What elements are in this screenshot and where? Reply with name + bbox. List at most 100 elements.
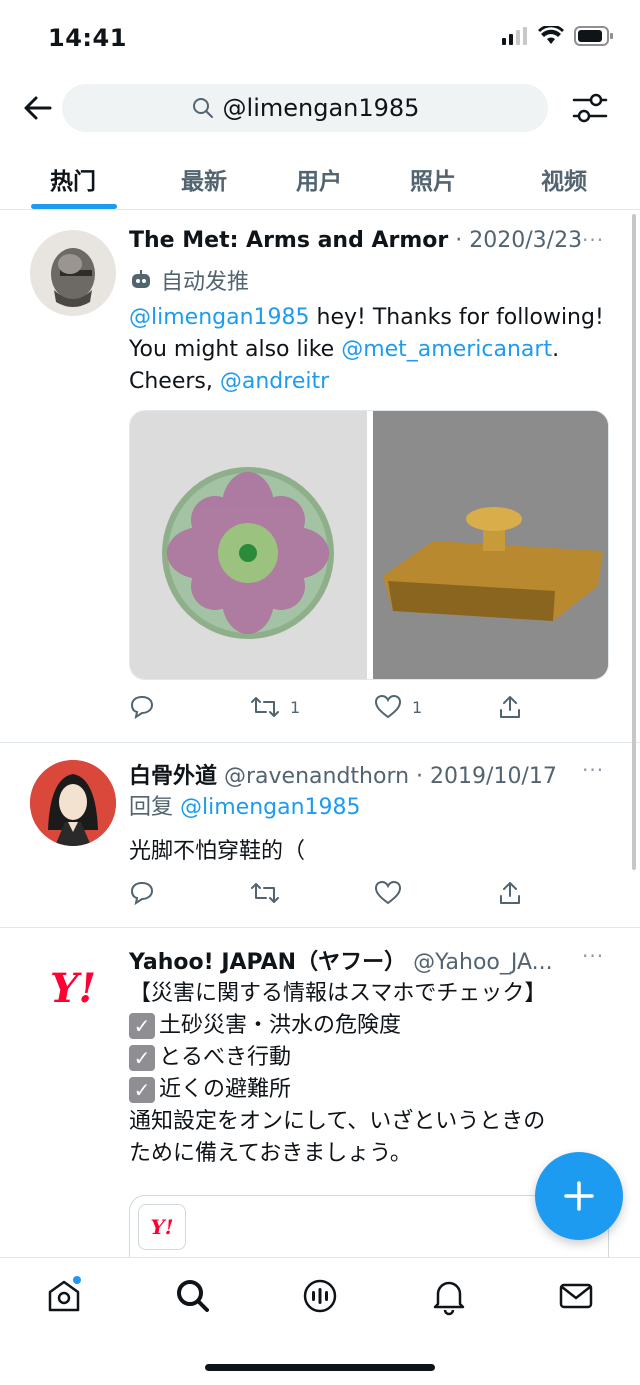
illustrated-portrait-avatar-icon: [30, 760, 116, 846]
nav-explore[interactable]: [173, 1276, 213, 1316]
tweet-header: 白骨外道 @ravenandthorn · 2019/10/17: [129, 758, 557, 790]
nav-spaces[interactable]: [300, 1276, 340, 1316]
retweet-button[interactable]: [250, 880, 280, 906]
display-name[interactable]: 白骨外道: [129, 764, 217, 789]
nav-home[interactable]: [44, 1276, 84, 1316]
yahoo-logo-avatar[interactable]: Y!: [30, 945, 116, 1031]
checkmark-icon: ✓: [129, 1045, 155, 1071]
wifi-icon: [538, 26, 564, 44]
retweet-button[interactable]: 1: [250, 694, 300, 720]
home-indicator: [205, 1364, 435, 1371]
tweet-divider: [0, 927, 640, 928]
tweet-line: 通知設定をオンにして、いざというときの: [129, 1109, 546, 1134]
mention-link[interactable]: @limengan1985: [180, 795, 361, 820]
gold-blotter-image: [373, 411, 608, 679]
glass-dish-image: [162, 467, 334, 639]
tweet-handle: @Yahoo_JA...: [413, 950, 553, 975]
tweet-date: · 2020/3/23: [455, 228, 583, 253]
share-icon: [500, 882, 520, 904]
reply-button[interactable]: [129, 880, 155, 906]
tweet-text-part: Cheers,: [129, 369, 220, 394]
search-input[interactable]: @limengan1985: [62, 84, 548, 132]
like-icon: [374, 694, 402, 719]
tweet-line: ために備えておきましょう。: [129, 1141, 412, 1166]
tab-people[interactable]: 用户: [296, 162, 342, 196]
armor-helmet-avatar-icon: [51, 248, 95, 307]
media-image-gold-blotter[interactable]: [373, 411, 608, 679]
like-icon: [374, 880, 402, 905]
avatar[interactable]: [30, 760, 116, 846]
tweet-text-part: hey! Thanks for following!: [309, 305, 604, 330]
tweet-header: Yahoo! JAPAN（ヤフー） @Yahoo_JA...: [129, 944, 553, 976]
compose-button[interactable]: [535, 1152, 623, 1240]
notifications-icon: [433, 1281, 465, 1316]
like-button[interactable]: 1: [374, 694, 422, 720]
nav-notifications[interactable]: [429, 1276, 469, 1316]
checkmark-icon: ✓: [129, 1077, 155, 1103]
tab-videos[interactable]: 视频: [541, 162, 587, 196]
tweet-media: [129, 410, 609, 680]
display-name[interactable]: The Met: Arms and Armor: [129, 228, 448, 253]
robot-icon: [132, 270, 150, 288]
share-button[interactable]: [497, 880, 523, 906]
share-icon: [500, 696, 520, 718]
filter-button[interactable]: [568, 88, 612, 128]
search-icon: [192, 98, 213, 118]
search-query: @limengan1985: [222, 94, 420, 122]
checklist-text: 近くの避難所: [159, 1077, 292, 1102]
like-count: 1: [412, 697, 423, 717]
checklist-item: ✓ とるべき行動: [129, 1042, 619, 1074]
home-icon: [48, 1276, 81, 1312]
more-icon[interactable]: ···: [582, 758, 604, 782]
reply-button[interactable]: [129, 694, 155, 720]
battery-icon: [574, 26, 613, 46]
mention-link[interactable]: @met_americanart: [341, 337, 552, 362]
display-name[interactable]: Yahoo! JAPAN（ヤフー）: [129, 950, 406, 975]
checkmark-icon: ✓: [129, 1013, 155, 1039]
explore-icon: [177, 1280, 209, 1312]
back-button[interactable]: [18, 88, 58, 128]
status-time: 14:41: [48, 24, 127, 52]
status-icons: [502, 26, 614, 46]
spaces-icon: [303, 1279, 337, 1313]
tab-top[interactable]: 热门: [50, 162, 96, 196]
messages-icon: [559, 1283, 593, 1309]
retweet-icon: [251, 697, 279, 717]
reply-context: 回复 @limengan1985: [129, 792, 361, 824]
compose-icon: [564, 1181, 594, 1211]
search-tabs: 热门 最新 用户 照片 视频: [0, 150, 640, 210]
tweet-text: @limengan1985 hey! Thanks for following!…: [129, 302, 619, 398]
checklist-item: ✓ 近くの避難所: [129, 1074, 619, 1106]
mention-link[interactable]: @limengan1985: [129, 305, 310, 330]
avatar[interactable]: [30, 230, 116, 316]
back-arrow-icon: [24, 96, 52, 120]
mention-link[interactable]: @andreitr: [220, 369, 329, 394]
automated-label: 自动发推: [129, 264, 249, 296]
signal-icon: [502, 27, 527, 45]
tweet-text: 光脚不怕穿鞋的（: [129, 839, 306, 864]
tweet-text-part: .: [552, 337, 560, 362]
more-icon[interactable]: ···: [582, 228, 604, 252]
share-button[interactable]: [497, 694, 523, 720]
retweet-count: 1: [290, 697, 301, 717]
scrollbar[interactable]: [632, 214, 636, 870]
tweet-handle-date: @ravenandthorn · 2019/10/17: [224, 764, 557, 789]
tab-latest[interactable]: 最新: [181, 162, 227, 196]
retweet-icon: [251, 883, 279, 903]
tweet-divider: [0, 742, 640, 743]
reply-icon: [130, 695, 154, 720]
tabs-divider: [0, 209, 640, 210]
tab-photos[interactable]: 照片: [410, 162, 456, 196]
checklist-text: 土砂災害・洪水の危険度: [159, 1013, 402, 1038]
tweet-line: 【災害に関する情報はスマホでチェック】: [129, 981, 547, 1006]
nav-messages[interactable]: [556, 1276, 596, 1316]
checklist-item: ✓ 土砂災害・洪水の危険度: [129, 1010, 619, 1042]
reply-icon: [130, 881, 154, 906]
tweet-header: The Met: Arms and Armor · 2020/3/23: [129, 228, 582, 253]
more-icon[interactable]: ···: [582, 944, 604, 968]
tweet-text-part: You might also like: [129, 337, 342, 362]
filter-icon: [572, 93, 608, 123]
checklist-text: とるべき行動: [159, 1045, 292, 1070]
media-image-glass-dish[interactable]: [130, 411, 367, 679]
like-button[interactable]: [374, 880, 402, 906]
